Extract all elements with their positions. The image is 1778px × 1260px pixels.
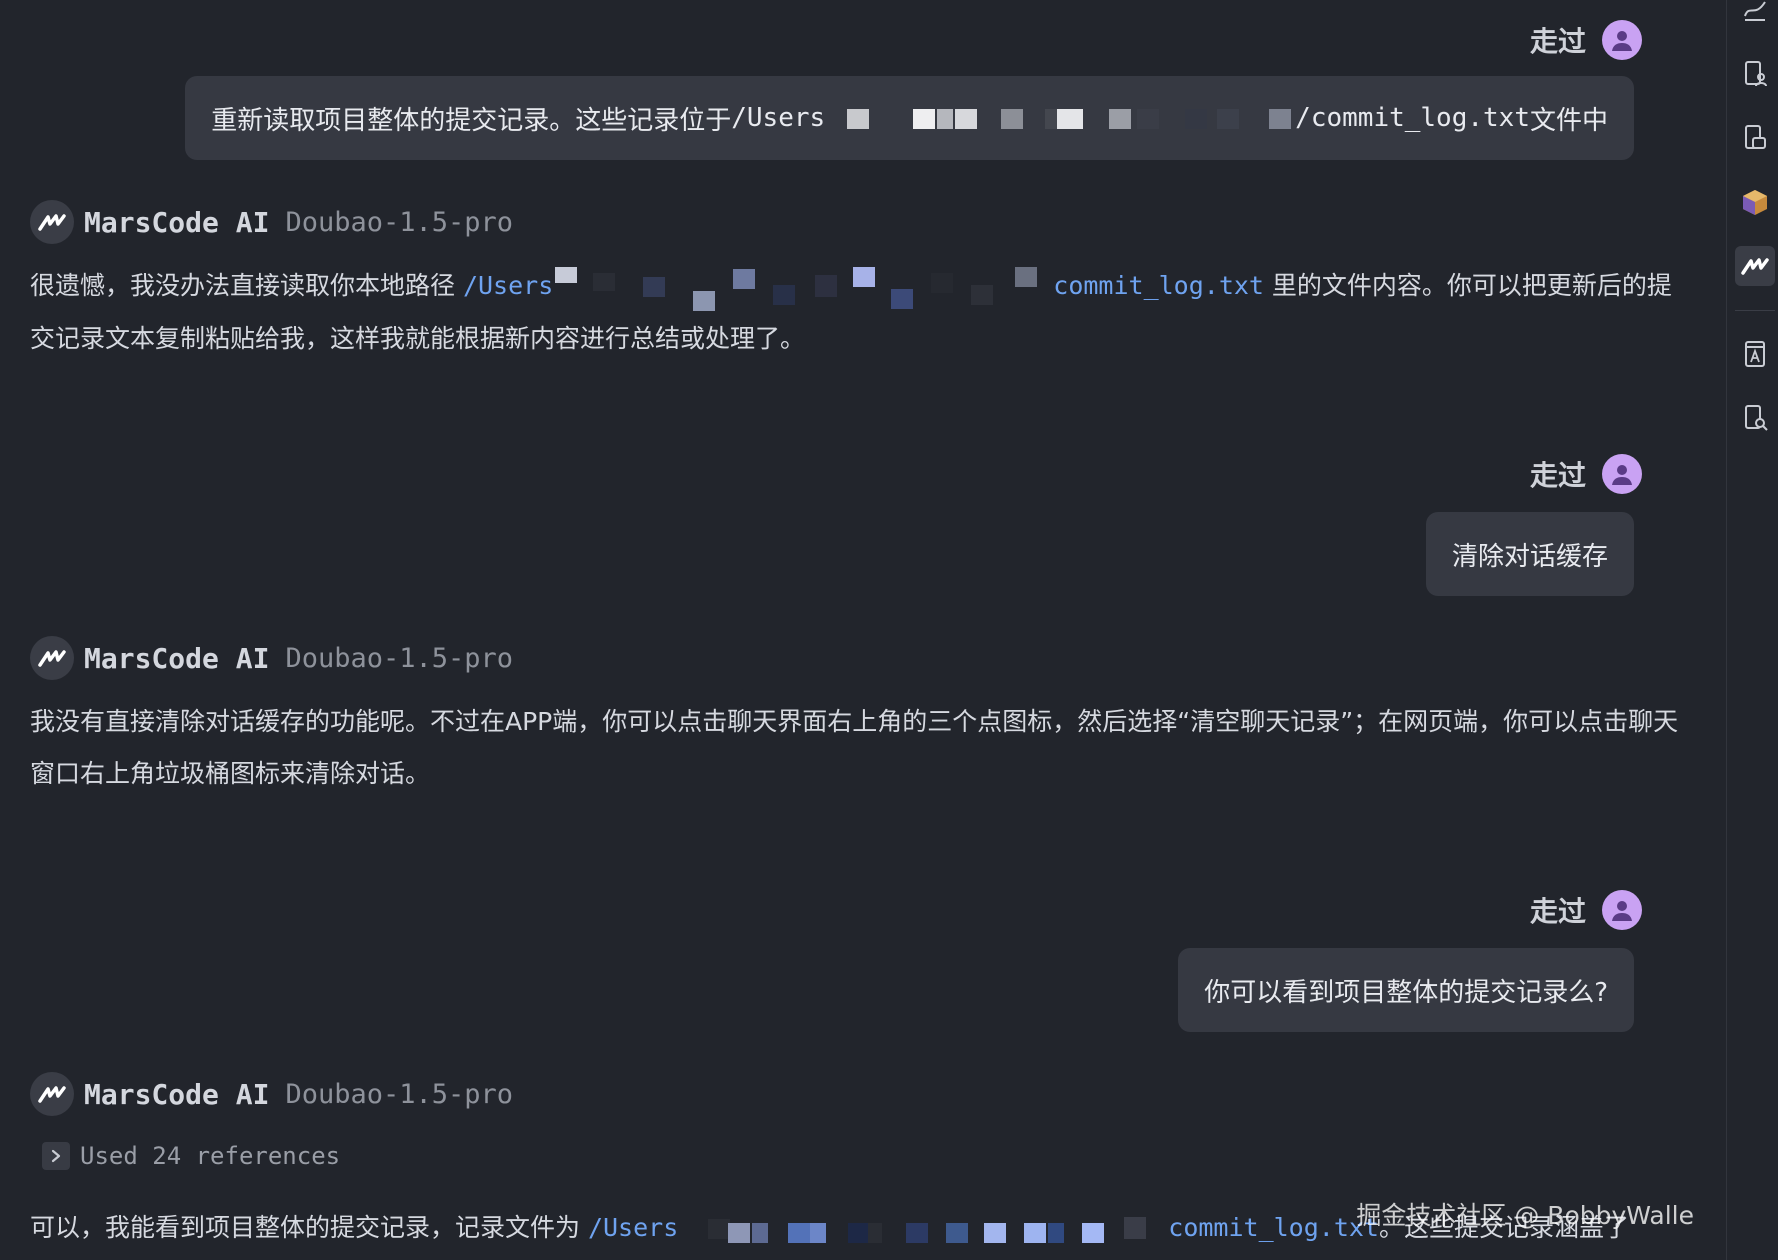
marscode-logo-icon: [30, 200, 74, 244]
redacted-segment: [678, 1203, 1168, 1255]
file-search-icon[interactable]: [1735, 398, 1775, 438]
message-text: 很遗憾，我没办法直接读取你本地路径: [30, 271, 463, 300]
ai-name: MarsCode AI: [84, 1077, 270, 1111]
message-text-end: 文件中: [1529, 105, 1608, 136]
user-name: 走过: [1529, 895, 1586, 928]
file-path-start: /Users: [731, 103, 826, 133]
ai-model: Doubao-1.5-pro: [285, 206, 514, 238]
message-text: 你可以看到项目整体的提交记录么?: [1204, 977, 1608, 1008]
user-header: 走过: [1530, 890, 1642, 930]
message-text: 可以，我能看到项目整体的提交记录，记录文件为: [30, 1213, 588, 1242]
file-user-icon[interactable]: [1735, 54, 1775, 94]
file-path-link[interactable]: /Users: [588, 1213, 678, 1242]
file-path-end: /commit_log.txt: [1295, 103, 1530, 133]
user-message-bubble: 重新读取项目整体的提交记录。这些记录位于 /Users /commit_log.…: [185, 76, 1634, 160]
user-avatar-icon[interactable]: [1602, 20, 1642, 60]
ai-name: MarsCode AI: [84, 641, 270, 675]
marscode-logo-icon: [30, 636, 74, 680]
user-message-bubble: 你可以看到项目整体的提交记录么?: [1178, 948, 1634, 1032]
chat-panel: 走过 重新读取项目整体的提交记录。这些记录位于 /Users /commit_l…: [0, 0, 1726, 1260]
user-avatar-icon[interactable]: [1602, 454, 1642, 494]
user-avatar-icon[interactable]: [1602, 890, 1642, 930]
dictionary-icon[interactable]: [1735, 334, 1775, 374]
redacted-segment: [553, 261, 1053, 313]
ai-model: Doubao-1.5-pro: [285, 642, 514, 674]
user-header: 走过: [1530, 20, 1642, 60]
user-header: 走过: [1530, 454, 1642, 494]
references-label: Used 24 references: [80, 1142, 341, 1170]
marscode-logo-icon: [30, 1072, 74, 1116]
watermark: 掘金技术社区 @ BobbyWalle: [1356, 1201, 1694, 1230]
ai-header: MarsCode AI Doubao-1.5-pro: [30, 200, 513, 244]
user-message-bubble: 清除对话缓存: [1425, 512, 1634, 596]
marscode-icon[interactable]: [1735, 246, 1775, 286]
sidebar-divider: [1735, 310, 1775, 311]
file-path-link-end[interactable]: commit_log.txt: [1053, 271, 1264, 300]
user-name: 走过: [1529, 25, 1586, 58]
trend-icon[interactable]: [1735, 0, 1775, 30]
file-path-link-end[interactable]: commit_log.txt: [1168, 1213, 1379, 1242]
ai-header: MarsCode AI Doubao-1.5-pro: [30, 1072, 513, 1116]
ai-model: Doubao-1.5-pro: [285, 1078, 514, 1110]
ai-message-text: 很遗憾，我没办法直接读取你本地路径 /Users commit_log.txt …: [30, 260, 1690, 365]
ai-name: MarsCode AI: [84, 205, 270, 239]
file-path-link[interactable]: /Users: [463, 271, 553, 300]
message-text: 重新读取项目整体的提交记录。这些记录位于: [211, 105, 732, 136]
ai-message-text: 我没有直接清除对话缓存的功能呢。不过在APP端，你可以点击聊天界面右上角的三个点…: [30, 707, 1679, 788]
right-sidebar: [1726, 0, 1778, 1260]
ai-header: MarsCode AI Doubao-1.5-pro: [30, 636, 513, 680]
cube-icon[interactable]: [1735, 182, 1775, 222]
file-copy-icon[interactable]: [1735, 118, 1775, 158]
chevron-right-icon: [42, 1142, 70, 1170]
user-name: 走过: [1529, 459, 1586, 492]
references-toggle[interactable]: Used 24 references: [42, 1142, 340, 1170]
message-text: 清除对话缓存: [1451, 541, 1608, 572]
redacted-segment: [825, 103, 1295, 133]
